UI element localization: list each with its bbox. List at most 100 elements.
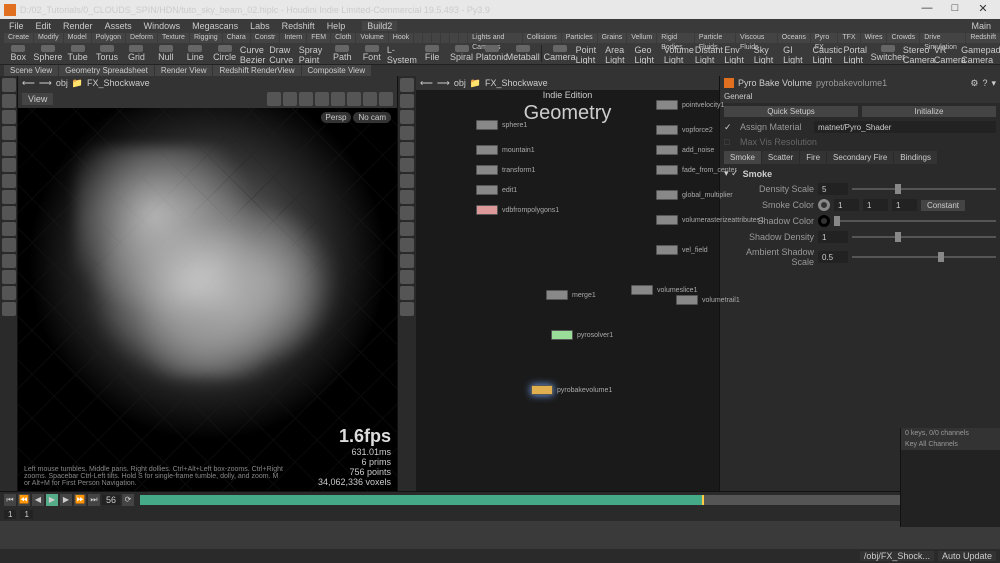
menu-labs[interactable]: Labs	[245, 21, 275, 31]
tool-icon[interactable]	[2, 254, 16, 268]
vp-btn[interactable]	[347, 92, 361, 106]
menu-file[interactable]: File	[4, 21, 29, 31]
pane-tab[interactable]: Geometry Spreadsheet	[59, 65, 154, 76]
shelf-tool[interactable]: Volume Light	[664, 45, 694, 62]
shelf-tab[interactable]: Deform	[126, 33, 157, 43]
vp-btn[interactable]	[315, 92, 329, 106]
tab-scatter[interactable]: Scatter	[762, 151, 799, 164]
disp-opt-icon[interactable]	[400, 158, 414, 172]
quick-setups-button[interactable]: Quick Setups	[724, 106, 858, 117]
shelf-tab[interactable]: Viscous Fluids	[736, 33, 777, 43]
color-r-field[interactable]: 1	[834, 199, 859, 211]
tool-icon[interactable]	[2, 94, 16, 108]
vp-btn[interactable]	[267, 92, 281, 106]
node-fade_from_center[interactable]: fade_from_center	[656, 165, 737, 175]
prev-key-button[interactable]: ⏪	[18, 494, 30, 506]
node-pyrosolver1[interactable]: pyrosolver1	[551, 330, 613, 340]
shelf-tool[interactable]: Torus	[93, 45, 121, 62]
prev-frame-button[interactable]: ◀	[32, 494, 44, 506]
shadow-density-field[interactable]: 1	[818, 231, 848, 243]
tool-icon[interactable]	[2, 142, 16, 156]
pane-tab[interactable]: Composite View	[302, 65, 372, 76]
shelf-tab[interactable]: Collisions	[523, 33, 561, 43]
shelf-tool[interactable]: Portal Light	[844, 45, 872, 62]
pane-tab[interactable]: Scene View	[4, 65, 58, 76]
disp-opt-icon[interactable]	[400, 94, 414, 108]
shelf-tool[interactable]: Grid	[122, 45, 150, 62]
shadow-color-slider[interactable]	[834, 220, 996, 222]
next-frame-button[interactable]: ▶	[60, 494, 72, 506]
shelf-tab[interactable]: Volume	[356, 33, 387, 43]
shelf-tab[interactable]: TFX	[838, 33, 859, 43]
node-add_noise[interactable]: add_noise	[656, 145, 714, 155]
shelf-tool[interactable]: Font	[358, 45, 386, 62]
shelf-tab[interactable]: Redshift	[966, 33, 1000, 43]
menu-assets[interactable]: Assets	[100, 21, 137, 31]
shelf-tool[interactable]: Camera	[545, 45, 575, 62]
shelf-tool[interactable]: Circle	[210, 45, 238, 62]
shelf-tool[interactable]: Null	[152, 45, 180, 62]
shelf-tab[interactable]: Create	[4, 33, 33, 43]
tab-smoke[interactable]: Smoke	[724, 151, 761, 164]
tool-icon[interactable]	[2, 110, 16, 124]
node-volumeslice1[interactable]: volumeslice1	[631, 285, 697, 295]
shelf-tab[interactable]: Chara	[223, 33, 250, 43]
density-scale-field[interactable]: 5	[818, 183, 848, 195]
shadow-color-swatch[interactable]	[818, 215, 830, 227]
node-vdbfrompolygons1[interactable]: vdbfrompolygons1	[476, 205, 559, 215]
menu-megascans[interactable]: Megascans	[187, 21, 243, 31]
disp-opt-icon[interactable]	[400, 222, 414, 236]
auto-update-button[interactable]: Auto Update	[938, 551, 996, 561]
shelf-tab[interactable]: Model	[64, 33, 91, 43]
desktop-main[interactable]: Main	[966, 21, 996, 31]
disp-opt-icon[interactable]	[400, 174, 414, 188]
node-merge1[interactable]: merge1	[546, 290, 596, 300]
shelf-tab[interactable]	[441, 33, 449, 43]
timeline-track[interactable]	[140, 495, 992, 505]
realtime-toggle[interactable]: ⟳	[122, 494, 134, 506]
tool-icon[interactable]	[2, 286, 16, 300]
shelf-tool[interactable]: Box	[4, 45, 32, 62]
density-scale-slider[interactable]	[852, 188, 996, 190]
shelf-tab[interactable]: Oceans	[778, 33, 810, 43]
viewport-path-bar[interactable]: ⟵⟶obj📁FX_Shockwave	[18, 76, 397, 90]
shelf-tab[interactable]: Wires	[861, 33, 887, 43]
last-frame-button[interactable]: ⏭	[88, 494, 100, 506]
tab-secondary-fire[interactable]: Secondary Fire	[827, 151, 893, 164]
ambient-shadow-slider[interactable]	[852, 256, 996, 258]
vp-btn[interactable]	[283, 92, 297, 106]
shelf-tab[interactable]: Cloth	[331, 33, 355, 43]
shelf-tab[interactable]: Constr	[251, 33, 280, 43]
menu-help[interactable]: Help	[322, 21, 351, 31]
shadow-density-slider[interactable]	[852, 236, 996, 238]
color-b-field[interactable]: 1	[892, 199, 917, 211]
network-canvas[interactable]: Indie EditionGeometry sphere1mountain1tr…	[416, 90, 719, 491]
shelf-tab[interactable]: FEM	[307, 33, 330, 43]
node-vopforce2[interactable]: vopforce2	[656, 125, 713, 135]
tool-icon[interactable]	[2, 222, 16, 236]
tool-icon[interactable]	[2, 174, 16, 188]
tool-icon[interactable]	[2, 206, 16, 220]
shelf-tab[interactable]: Grains	[598, 33, 627, 43]
shelf-tool[interactable]: Platonic	[477, 45, 507, 62]
disp-opt-icon[interactable]	[400, 190, 414, 204]
vp-btn[interactable]	[299, 92, 313, 106]
node-transform1[interactable]: transform1	[476, 165, 535, 175]
tool-icon[interactable]	[2, 126, 16, 140]
shelf-tool[interactable]: Gamepad Camera	[966, 45, 996, 62]
disp-opt-icon[interactable]	[400, 286, 414, 300]
shelf-tab[interactable]	[423, 33, 431, 43]
shelf-tab[interactable]: Pyro FX	[811, 33, 837, 43]
shelf-tab[interactable]: Texture	[158, 33, 189, 43]
node-vel_field[interactable]: vel_field	[656, 245, 708, 255]
color-g-field[interactable]: 1	[863, 199, 888, 211]
vp-btn[interactable]	[379, 92, 393, 106]
disp-opt-icon[interactable]	[400, 78, 414, 92]
node-sphere1[interactable]: sphere1	[476, 120, 527, 130]
menu-windows[interactable]: Windows	[139, 21, 186, 31]
shelf-tab[interactable]: Crowds	[887, 33, 919, 43]
shelf-tool[interactable]: Point Light	[576, 45, 604, 62]
current-frame-field[interactable]: 56	[102, 495, 120, 505]
disp-opt-icon[interactable]	[400, 302, 414, 316]
cam-persp[interactable]: Persp	[321, 112, 352, 123]
